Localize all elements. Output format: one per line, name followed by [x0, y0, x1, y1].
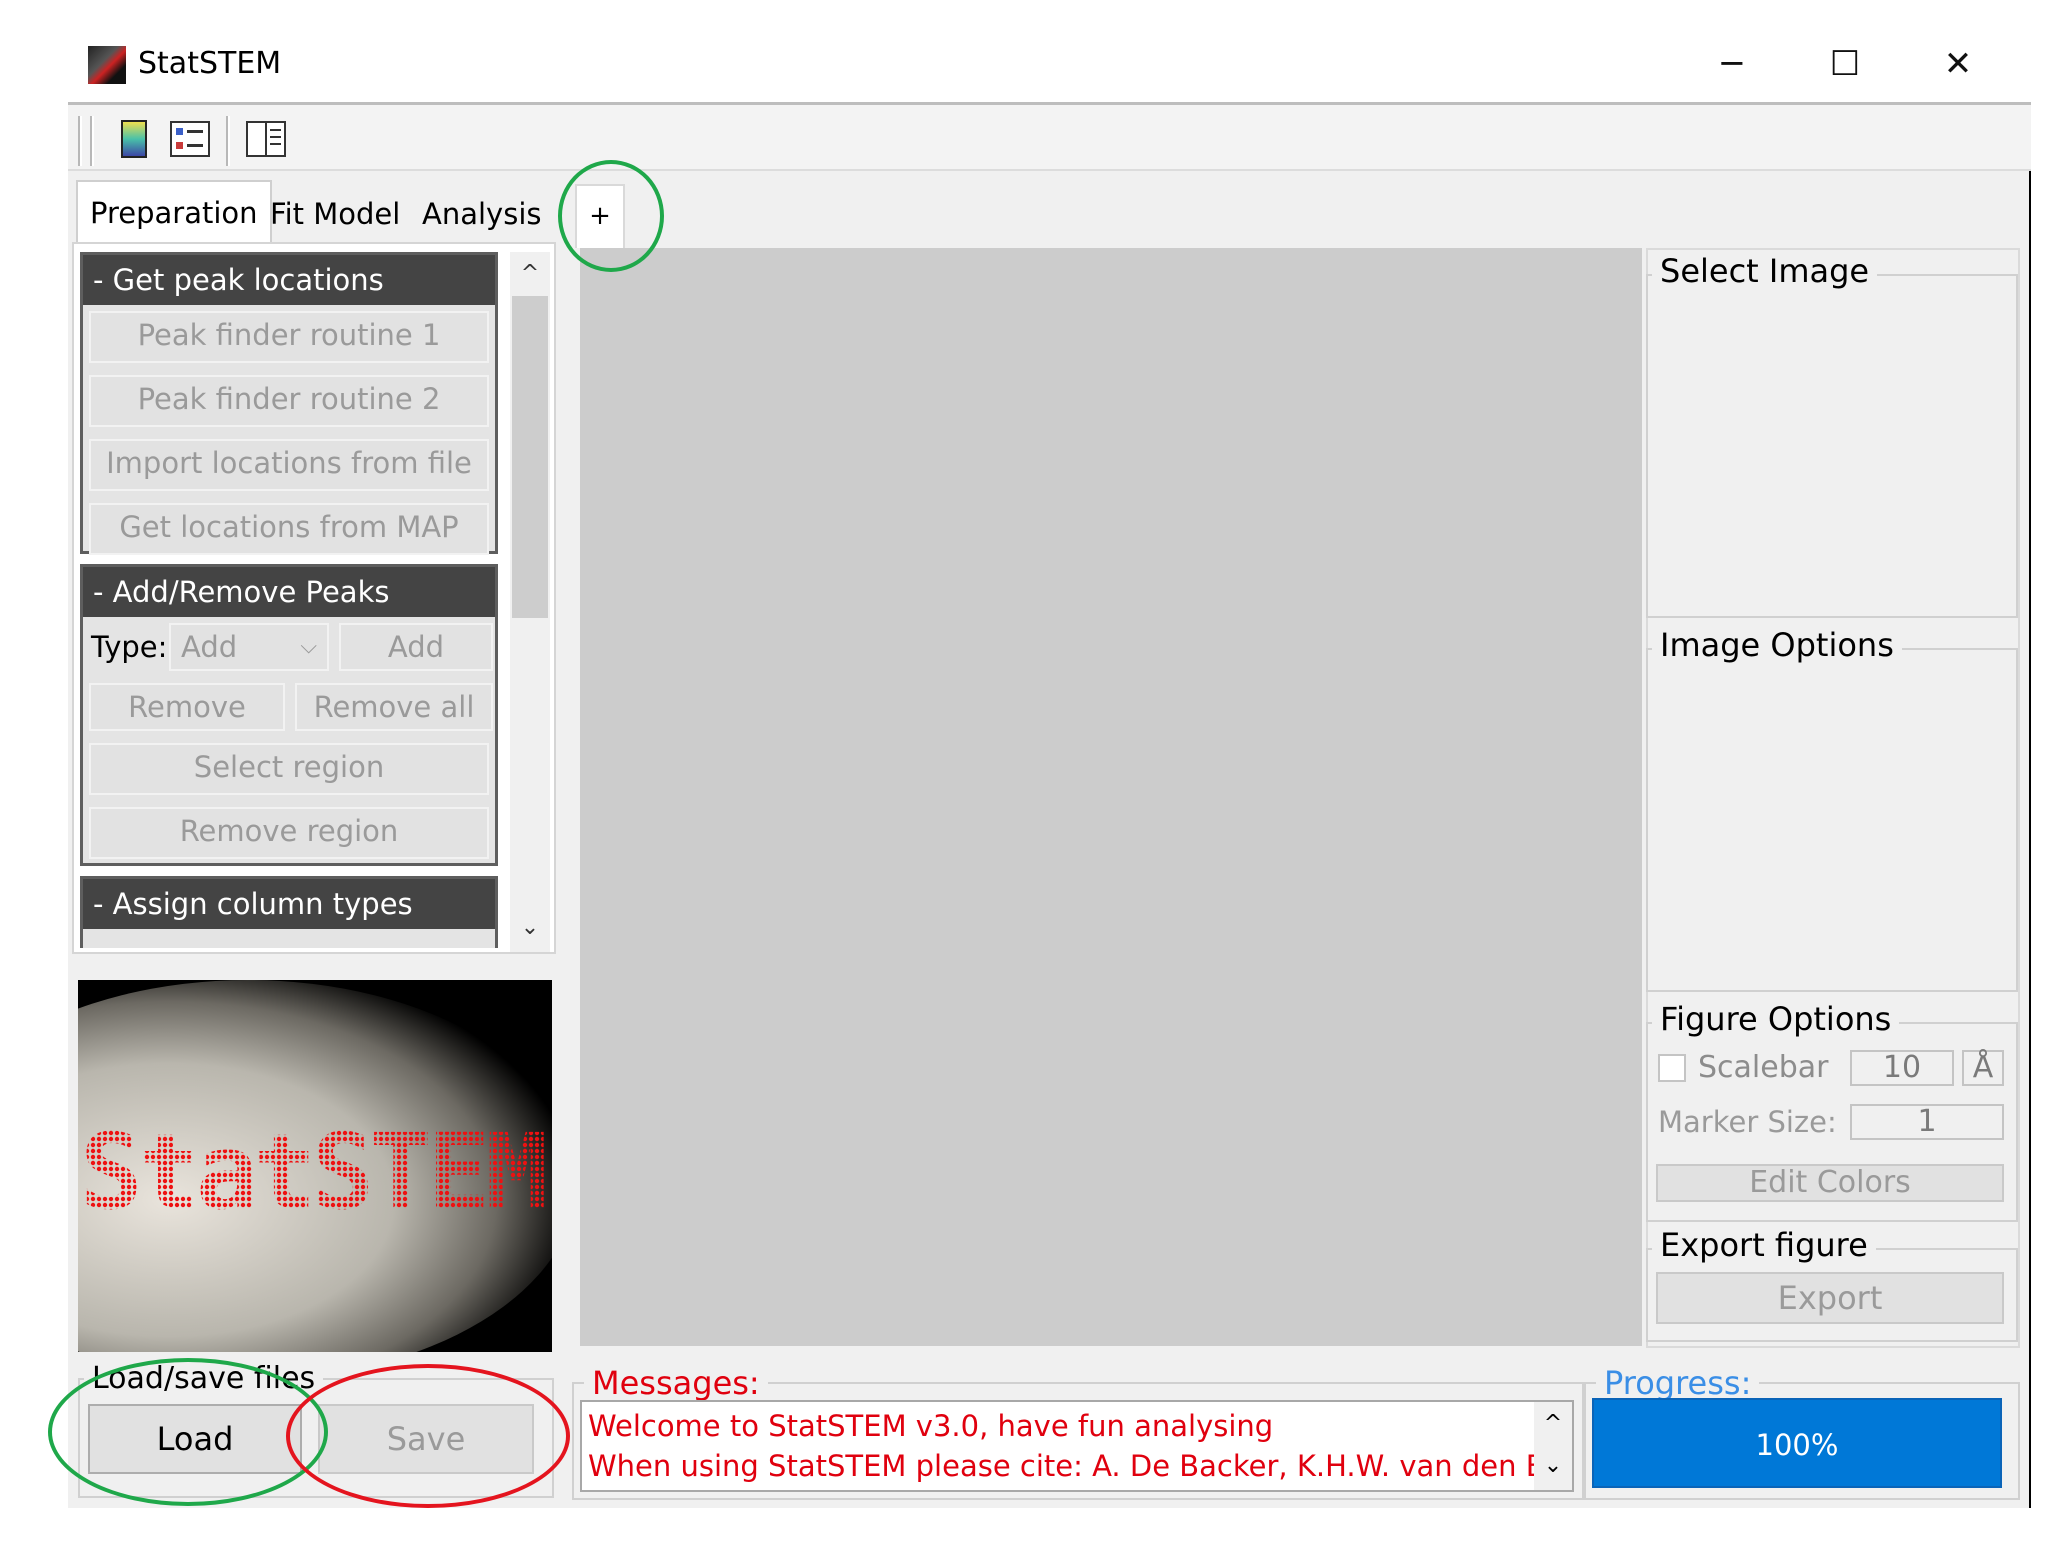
messages-scrollbar[interactable]: ^ ⌄	[1534, 1402, 1572, 1490]
export-figure-title: Export figure	[1652, 1228, 1876, 1262]
assign-column-types-section: - Assign column types	[80, 876, 498, 948]
app-icon	[88, 46, 126, 84]
peak-finder-1-button[interactable]: Peak finder routine 1	[89, 311, 489, 363]
progress-title: Progress:	[1596, 1366, 1760, 1400]
load-save-title: Load/save files	[84, 1362, 324, 1396]
type-dropdown[interactable]: Add ⌵	[169, 623, 329, 671]
add-peak-button[interactable]: Add	[339, 623, 493, 671]
section-header[interactable]: - Add/Remove Peaks	[83, 567, 495, 617]
figure-tab-strip	[570, 182, 2022, 248]
image-options-box	[1646, 648, 2018, 992]
scroll-down-icon[interactable]: ⌄	[512, 910, 548, 946]
remove-region-button[interactable]: Remove region	[89, 807, 489, 859]
scalebar-checkbox[interactable]	[1658, 1054, 1686, 1082]
tab-analysis[interactable]: Analysis	[410, 186, 553, 242]
section-header[interactable]: - Get peak locations	[83, 255, 495, 305]
toolbar-grip	[78, 116, 82, 166]
select-image-title: Select Image	[1652, 254, 1878, 288]
edit-colors-button[interactable]: Edit Colors	[1656, 1164, 2004, 1202]
peak-finder-2-button[interactable]: Peak finder routine 2	[89, 375, 489, 427]
load-button[interactable]: Load	[88, 1404, 302, 1474]
image-options-title: Image Options	[1652, 628, 1902, 662]
scalebar-value-input[interactable]: 10	[1850, 1050, 1954, 1086]
type-label: Type:	[91, 630, 168, 664]
save-button[interactable]: Save	[318, 1404, 534, 1474]
messages-box: Welcome to StatSTEM v3.0, have fun analy…	[580, 1400, 1574, 1492]
scroll-down-icon[interactable]: ⌄	[1534, 1446, 1572, 1490]
get-locations-map-button[interactable]: Get locations from MAP	[89, 503, 489, 555]
logo-preview: StatSTEM	[78, 980, 552, 1352]
export-button[interactable]: Export	[1656, 1272, 2004, 1324]
marker-size-label: Marker Size:	[1658, 1105, 1837, 1139]
minimize-button[interactable]: ─	[1692, 40, 1772, 88]
window-title: StatSTEM	[138, 46, 282, 81]
scrollbar-thumb[interactable]	[512, 296, 548, 618]
marker-size-input[interactable]: 1	[1850, 1104, 2004, 1140]
toolbar-grip	[226, 116, 230, 166]
image-axes[interactable]	[580, 248, 1642, 1346]
scalebar-label: Scalebar	[1698, 1050, 1829, 1085]
legend-icon[interactable]	[168, 114, 212, 164]
message-line: When using StatSTEM please cite: A. De B…	[588, 1449, 1574, 1483]
maximize-button[interactable]: ☐	[1805, 40, 1885, 88]
colormap-icon[interactable]	[112, 114, 156, 164]
type-dropdown-value: Add	[181, 630, 238, 664]
select-image-box	[1646, 274, 2018, 618]
panel-toggle-icon[interactable]	[244, 114, 288, 164]
chevron-down-icon: ⌵	[300, 634, 317, 659]
messages-title: Messages:	[584, 1366, 768, 1400]
logo-text: StatSTEM	[80, 1111, 548, 1233]
get-peak-locations-section: - Get peak locations Peak finder routine…	[80, 252, 498, 555]
progress-bar: 100%	[1592, 1398, 2002, 1488]
section-header[interactable]: - Assign column types	[83, 879, 495, 929]
tab-preparation[interactable]: Preparation	[76, 180, 272, 244]
remove-peak-button[interactable]: Remove	[89, 683, 285, 731]
new-figure-tab[interactable]: +	[575, 184, 625, 248]
scalebar-unit: Å	[1962, 1050, 2004, 1086]
message-line: Welcome to StatSTEM v3.0, have fun analy…	[588, 1409, 1274, 1443]
remove-all-button[interactable]: Remove all	[295, 683, 493, 731]
tab-fit-model[interactable]: Fit Model	[258, 186, 412, 242]
import-locations-button[interactable]: Import locations from file	[89, 439, 489, 491]
scroll-up-icon[interactable]: ^	[512, 256, 548, 292]
figure-options-title: Figure Options	[1652, 1002, 1900, 1036]
close-button[interactable]: ✕	[1918, 40, 1998, 88]
add-remove-peaks-section: - Add/Remove Peaks Type: Add ⌵ Add Remov…	[80, 564, 498, 866]
toolbar	[68, 105, 2031, 171]
toolbar-grip	[90, 116, 94, 166]
select-region-button[interactable]: Select region	[89, 743, 489, 795]
scroll-up-icon[interactable]: ^	[1534, 1402, 1572, 1446]
